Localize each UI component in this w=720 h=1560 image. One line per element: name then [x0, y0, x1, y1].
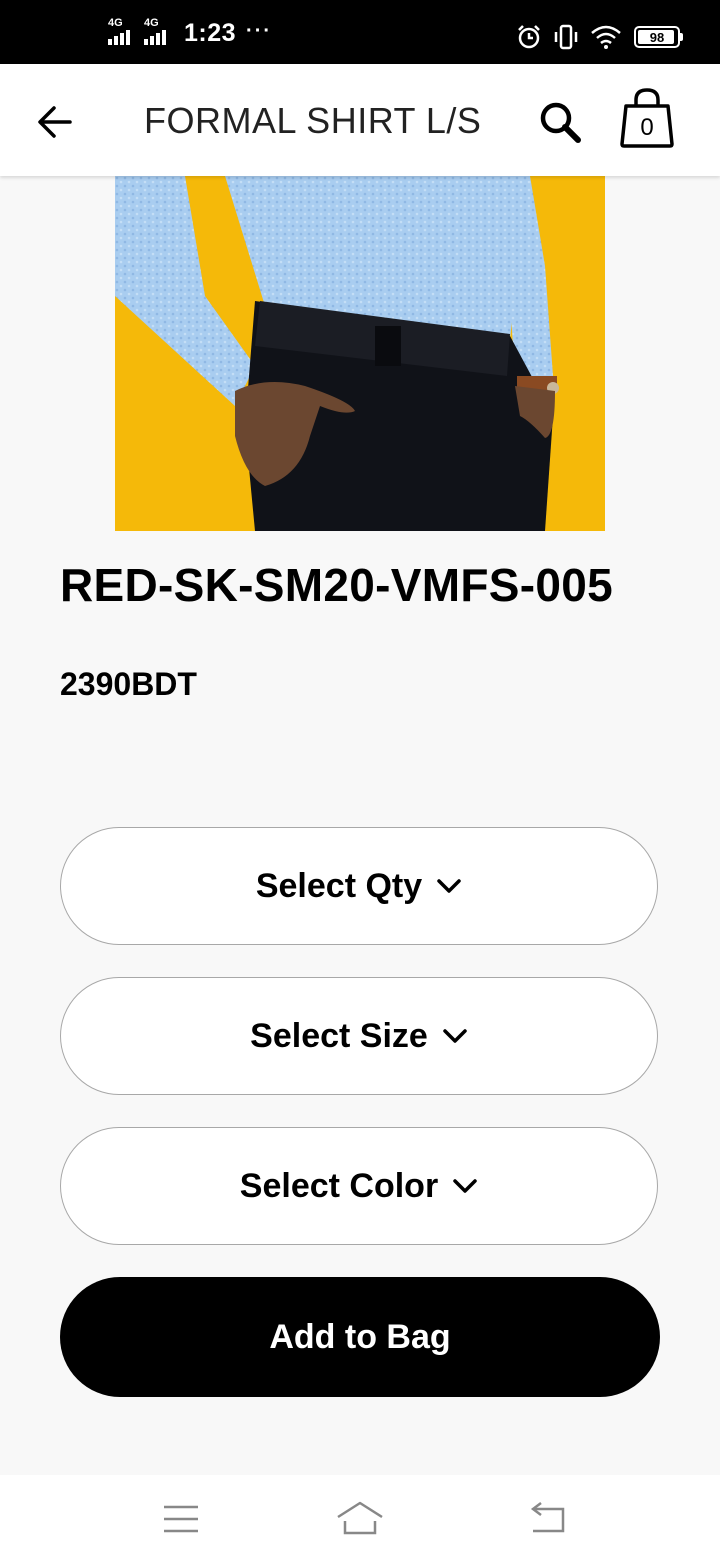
chevron-down-icon — [437, 879, 461, 893]
add-to-bag-button[interactable]: Add to Bag — [60, 1277, 660, 1397]
add-to-bag-label: Add to Bag — [269, 1317, 451, 1356]
battery-level: 98 — [649, 29, 665, 45]
vibrate-icon — [554, 24, 578, 50]
product-name: RED-SK-SM20-VMFS-005 — [60, 559, 613, 611]
nav-menu-button[interactable] — [156, 1499, 206, 1539]
search-button[interactable] — [536, 98, 586, 148]
signal-4g-icon: 4G — [144, 17, 170, 47]
menu-icon — [164, 1505, 198, 1533]
search-icon — [540, 102, 581, 143]
alarm-icon — [518, 25, 540, 49]
back-icon — [530, 1502, 565, 1533]
wifi-icon — [591, 25, 621, 49]
status-bar: 4G 4G 1:23 ··· 98 — [0, 0, 720, 64]
clock: 1:23 — [184, 18, 237, 47]
home-icon — [337, 1501, 383, 1535]
app-bar: FORMAL SHIRT L/S 0 — [0, 64, 720, 176]
bag-count-badge: 0 — [640, 114, 654, 141]
select-qty-label: Select Qty — [255, 866, 423, 905]
chevron-down-icon — [443, 1029, 467, 1043]
network-type-label: 4G — [108, 17, 123, 29]
back-arrow-icon — [38, 106, 72, 138]
back-button[interactable] — [30, 100, 82, 144]
select-qty-dropdown[interactable]: Select Qty — [60, 827, 658, 945]
product-price: 2390BDT — [60, 666, 197, 702]
nav-home-button[interactable] — [335, 1499, 385, 1539]
select-color-label: Select Color — [239, 1166, 439, 1205]
battery-icon: 98 — [634, 26, 683, 48]
more-notifications-indicator: ··· — [246, 19, 273, 42]
bag-button[interactable]: 0 — [618, 86, 676, 150]
nav-back-button[interactable] — [525, 1499, 575, 1539]
product-image[interactable] — [115, 176, 605, 531]
chevron-down-icon — [453, 1179, 477, 1193]
page-title: FORMAL SHIRT L/S — [144, 100, 482, 141]
network-type-label: 4G — [144, 17, 159, 29]
signal-4g-icon: 4G — [108, 17, 134, 47]
system-nav-bar — [0, 1475, 720, 1560]
select-size-dropdown[interactable]: Select Size — [60, 977, 658, 1095]
select-color-dropdown[interactable]: Select Color — [60, 1127, 658, 1245]
select-size-label: Select Size — [250, 1016, 428, 1055]
